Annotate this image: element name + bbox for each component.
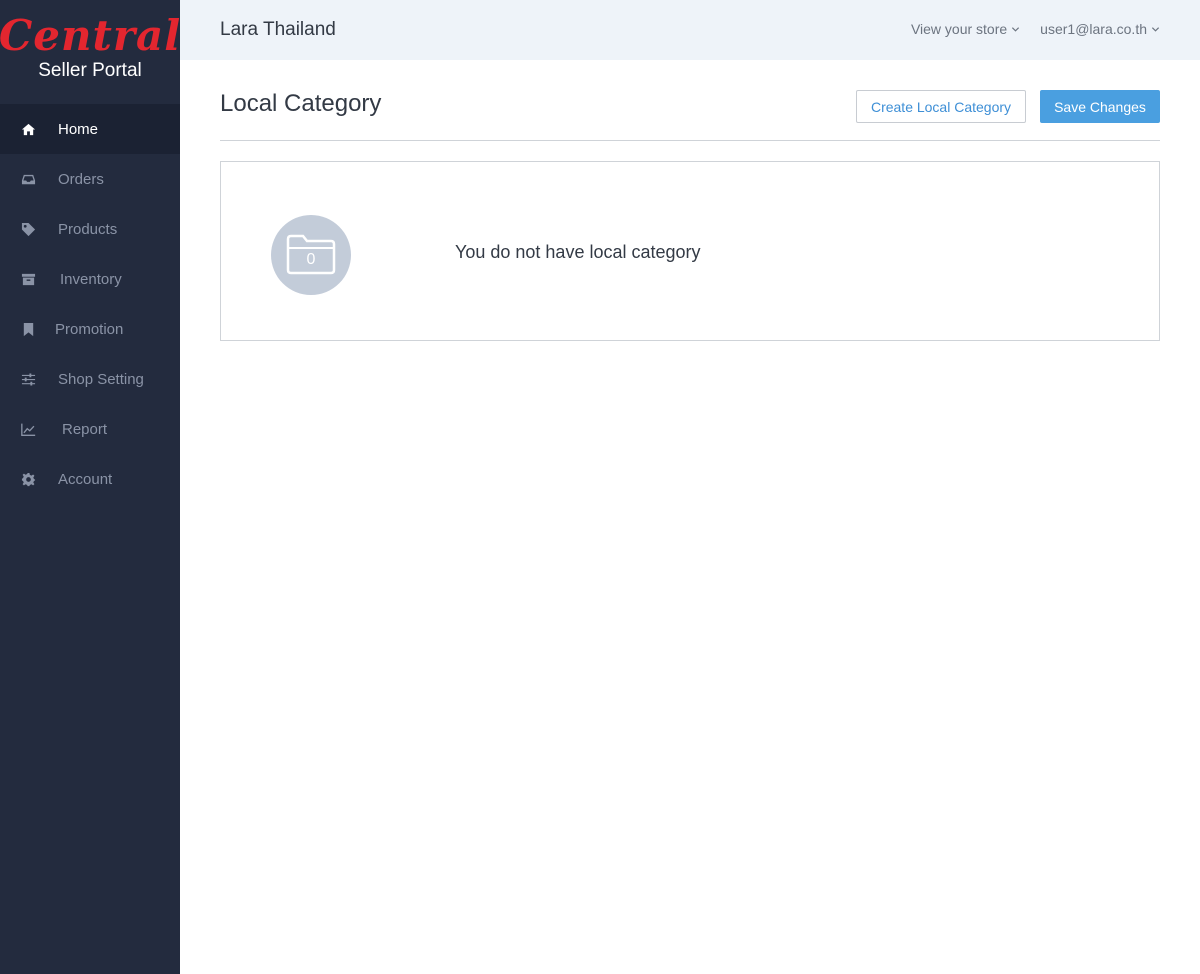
top-bar: Lara Thailand View your store user1@lara… bbox=[180, 0, 1200, 60]
bookmark-icon bbox=[20, 321, 36, 337]
sidebar-item-label: Orders bbox=[58, 170, 104, 188]
sidebar-item-label: Home bbox=[58, 120, 99, 138]
sidebar-item-promotion[interactable]: Promotion bbox=[0, 304, 180, 354]
top-links: View your store user1@lara.co.th bbox=[911, 21, 1160, 37]
sidebar-item-shop-setting[interactable]: Shop Setting bbox=[0, 354, 180, 404]
title-divider bbox=[220, 140, 1160, 141]
sidebar-item-label: Shop Setting bbox=[58, 370, 144, 388]
empty-state-message: You do not have local category bbox=[455, 242, 701, 262]
sidebar-item-label: Report bbox=[62, 420, 108, 438]
line-chart-icon bbox=[20, 421, 36, 437]
gear-icon bbox=[20, 471, 36, 487]
chevron-down-icon bbox=[1012, 26, 1020, 32]
logo[interactable]: Central Seller Portal bbox=[0, 0, 180, 104]
empty-state-badge: 0 bbox=[271, 215, 351, 295]
sidebar-item-products[interactable]: Products bbox=[0, 204, 180, 254]
user-email: user1@lara.co.th bbox=[1040, 21, 1147, 37]
inbox-icon bbox=[20, 171, 36, 187]
sidebar-nav: Home Orders Products Inventory Promotion bbox=[0, 104, 180, 504]
sidebar-item-report[interactable]: Report bbox=[0, 404, 180, 454]
view-store-label: View your store bbox=[910, 21, 1008, 37]
sidebar-item-account[interactable]: Account bbox=[0, 454, 180, 504]
sidebar-item-label: Inventory bbox=[60, 270, 122, 288]
category-count: 0 bbox=[306, 251, 316, 268]
home-icon bbox=[20, 121, 36, 137]
sidebar-item-label: Account bbox=[58, 470, 113, 488]
archive-icon bbox=[20, 271, 36, 287]
tag-icon bbox=[20, 221, 36, 237]
store-name: Lara Thailand bbox=[220, 19, 336, 40]
sidebar-item-home[interactable]: Home bbox=[0, 104, 180, 154]
user-menu-dropdown[interactable]: user1@lara.co.th bbox=[1040, 21, 1160, 37]
sidebar: Central Seller Portal Home Orders Produc… bbox=[0, 0, 180, 974]
sidebar-item-inventory[interactable]: Inventory bbox=[0, 254, 180, 304]
page-title: Local Category bbox=[220, 90, 382, 117]
logo-script: Central bbox=[0, 11, 182, 60]
create-local-category-button[interactable]: Create Local Category bbox=[856, 90, 1026, 123]
save-changes-button[interactable]: Save Changes bbox=[1040, 90, 1160, 123]
sliders-icon bbox=[20, 371, 36, 387]
sidebar-item-label: Products bbox=[58, 220, 118, 238]
logo-subtitle: Seller Portal bbox=[38, 60, 142, 81]
sidebar-item-orders[interactable]: Orders bbox=[0, 154, 180, 204]
empty-state-panel: 0 You do not have local category bbox=[220, 161, 1160, 341]
view-store-dropdown[interactable]: View your store bbox=[911, 21, 1020, 37]
sidebar-item-label: Promotion bbox=[55, 320, 124, 338]
chevron-down-icon bbox=[1151, 26, 1160, 32]
